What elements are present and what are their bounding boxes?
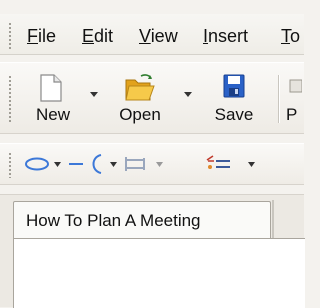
- drawing-toolbar: [0, 143, 304, 185]
- save-button-label: Save: [214, 105, 254, 124]
- document-canvas[interactable]: [13, 238, 305, 308]
- menu-edit[interactable]: Edit: [82, 25, 113, 47]
- menu-bar: File Edit View Insert To: [0, 14, 304, 55]
- document-tab-strip: How To Plan A Meeting: [0, 194, 304, 240]
- line-connector-tool[interactable]: [122, 152, 166, 176]
- bullet-list-icon: [204, 155, 260, 180]
- menu-view[interactable]: View: [139, 25, 178, 47]
- toolbar-separator: [278, 75, 279, 123]
- save-button[interactable]: Save: [205, 71, 263, 129]
- open-button-label: Open: [119, 105, 161, 124]
- ellipse-tool[interactable]: [24, 152, 62, 176]
- toolbar-grip[interactable]: [8, 75, 12, 123]
- new-document-icon: [39, 74, 63, 107]
- open-button[interactable]: Open: [108, 71, 172, 129]
- tab-divider: [272, 200, 274, 238]
- app-window: File Edit View Insert To New Open Save P…: [0, 0, 305, 308]
- new-button-label: New: [35, 105, 70, 124]
- menu-file[interactable]: File: [27, 25, 56, 47]
- print-button[interactable]: P: [286, 71, 304, 129]
- folder-open-icon: [124, 74, 156, 107]
- bullet-list-tool[interactable]: [204, 152, 260, 176]
- floppy-disk-icon: [223, 74, 245, 103]
- new-button[interactable]: New: [26, 71, 80, 129]
- open-dropdown-arrow[interactable]: [183, 91, 193, 99]
- canvas-margin: [0, 238, 13, 307]
- standard-toolbar: New Open Save P: [0, 62, 304, 134]
- line-connector-icon: [122, 157, 166, 180]
- ellipse-icon: [24, 157, 62, 180]
- document-tab-title: How To Plan A Meeting: [26, 211, 201, 230]
- connector-icon: [67, 154, 119, 180]
- menu-insert[interactable]: Insert: [203, 25, 248, 47]
- connector-tool[interactable]: [67, 152, 119, 176]
- document-tab[interactable]: How To Plan A Meeting: [13, 201, 271, 240]
- menubar-grip[interactable]: [8, 22, 12, 50]
- print-button-label: P: [286, 105, 298, 124]
- drawbar-grip[interactable]: [8, 152, 12, 178]
- print-icon: [288, 74, 303, 103]
- new-dropdown-arrow[interactable]: [89, 91, 99, 99]
- menu-tools[interactable]: To: [281, 25, 300, 47]
